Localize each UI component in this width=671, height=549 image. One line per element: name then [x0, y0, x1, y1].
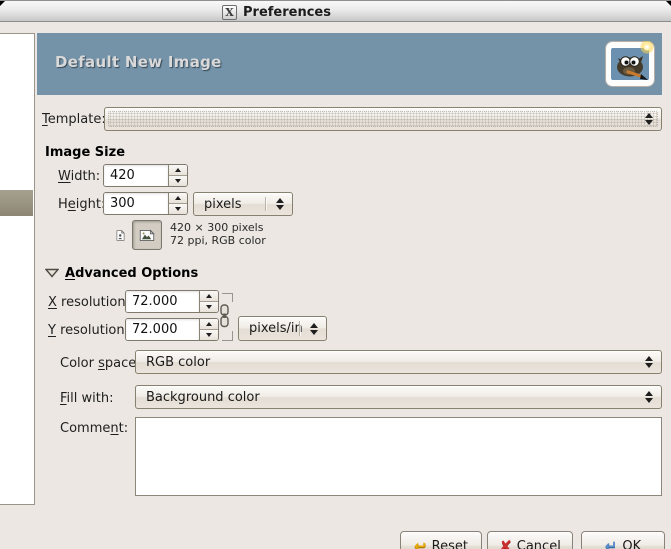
- spin-down-icon: [206, 333, 212, 337]
- window-corner: [666, 1, 671, 6]
- comment-textarea-frame: [135, 417, 662, 496]
- combo-arrows-icon: [310, 322, 318, 335]
- width-label: Width:: [58, 169, 101, 184]
- reset-icon: ↩: [414, 536, 427, 549]
- width-input[interactable]: [104, 165, 168, 186]
- window-title-group: X Preferences: [222, 3, 331, 21]
- combo-arrows-icon: [645, 113, 653, 125]
- template-label: Template:: [42, 112, 106, 127]
- spin-up-button[interactable]: [200, 291, 218, 301]
- portrait-orientation-button[interactable]: [110, 222, 131, 249]
- spin-up-icon: [206, 294, 212, 298]
- chain-bracket: [222, 293, 233, 302]
- height-label: Height:: [58, 197, 106, 212]
- combo-arrows-icon: [645, 356, 653, 368]
- preferences-sidebar[interactable]: [0, 33, 35, 505]
- comment-textarea[interactable]: [136, 418, 661, 495]
- resolution-unit-value: pixels/in: [249, 321, 303, 336]
- sidebar-selected-item[interactable]: [0, 190, 33, 216]
- y-resolution-spinner[interactable]: [199, 319, 218, 340]
- size-unit-value: pixels: [204, 196, 242, 212]
- reset-button[interactable]: ↩ Reset: [400, 531, 482, 549]
- spin-down-button[interactable]: [169, 175, 187, 186]
- ok-icon: ↵: [604, 536, 618, 549]
- size-summary: 420 × 300 pixels 72 ppi, RGB color: [170, 221, 266, 247]
- spin-up-icon: [206, 322, 212, 326]
- template-empty-pattern: [108, 111, 658, 127]
- spin-down-button[interactable]: [200, 301, 218, 312]
- spin-down-icon: [206, 305, 212, 309]
- cancel-button[interactable]: ✘ Cancel: [487, 531, 573, 549]
- window-title-bar[interactable]: X Preferences: [0, 0, 671, 22]
- ok-button[interactable]: ↵ OK: [581, 531, 665, 549]
- resolution-chain-button[interactable]: [218, 304, 231, 331]
- fill-with-combobox[interactable]: Background color: [135, 385, 662, 409]
- height-spinner[interactable]: [168, 193, 187, 214]
- size-summary-line2: 72 ppi, RGB color: [170, 234, 266, 247]
- window-corner: [0, 1, 5, 6]
- comment-label: Comment:: [60, 421, 129, 436]
- x-resolution-label: X resolution:: [48, 295, 130, 310]
- y-resolution-input[interactable]: [126, 319, 199, 340]
- combo-separator: [299, 321, 300, 336]
- y-resolution-spinbox: [125, 318, 219, 341]
- height-spinbox: [103, 192, 188, 215]
- ok-button-label: OK: [622, 538, 642, 549]
- spin-down-button[interactable]: [200, 329, 218, 340]
- combo-separator: [265, 197, 266, 211]
- combo-arrows-icon: [645, 391, 653, 403]
- chain-bracket: [222, 331, 233, 341]
- template-combobox[interactable]: [104, 107, 662, 131]
- portrait-icon: [116, 229, 125, 241]
- width-spinner[interactable]: [168, 165, 187, 186]
- size-unit-combobox[interactable]: pixels: [193, 192, 293, 216]
- x11-app-icon: X: [222, 4, 237, 20]
- spin-up-icon: [175, 168, 181, 172]
- color-space-value: RGB color: [146, 354, 211, 370]
- fill-with-label: Fill with:: [60, 391, 114, 406]
- spin-down-icon: [175, 179, 181, 183]
- advanced-options-label[interactable]: Advanced Options: [65, 266, 198, 281]
- size-summary-line1: 420 × 300 pixels: [170, 221, 264, 234]
- image-size-heading: Image Size: [45, 145, 126, 160]
- color-space-combobox[interactable]: RGB color: [135, 350, 662, 374]
- spin-up-icon: [175, 196, 181, 200]
- x-resolution-spinbox: [125, 290, 219, 313]
- combo-arrows-icon: [276, 198, 284, 210]
- cancel-icon: ✘: [499, 536, 512, 549]
- expander-triangle-icon: [45, 268, 59, 278]
- spin-up-button[interactable]: [200, 319, 218, 329]
- cancel-button-label: Cancel: [516, 538, 561, 549]
- x-resolution-input[interactable]: [126, 291, 199, 312]
- page-title: Default New Image: [55, 53, 222, 71]
- spin-up-button[interactable]: [169, 165, 187, 175]
- landscape-orientation-button[interactable]: [132, 220, 162, 250]
- spin-down-icon: [175, 207, 181, 211]
- spin-up-button[interactable]: [169, 193, 187, 203]
- color-space-label: Color space:: [60, 356, 141, 371]
- landscape-icon: [139, 228, 155, 241]
- y-resolution-label: Y resolution:: [48, 323, 130, 338]
- advanced-options-expander[interactable]: [45, 266, 61, 280]
- width-spinbox: [103, 164, 188, 187]
- chain-link-icon: [220, 304, 229, 328]
- spin-down-button[interactable]: [169, 203, 187, 214]
- preferences-dialog: X Preferences Default New Image Template…: [0, 0, 671, 549]
- x-resolution-spinner[interactable]: [199, 291, 218, 312]
- resolution-unit-combobox[interactable]: pixels/in: [238, 316, 327, 341]
- gimp-wilber-icon: [605, 40, 655, 91]
- window-title: Preferences: [243, 4, 331, 20]
- page-header: Default New Image: [37, 33, 662, 95]
- height-input[interactable]: [104, 193, 168, 214]
- fill-with-value: Background color: [146, 389, 260, 405]
- reset-button-label: Reset: [431, 538, 468, 549]
